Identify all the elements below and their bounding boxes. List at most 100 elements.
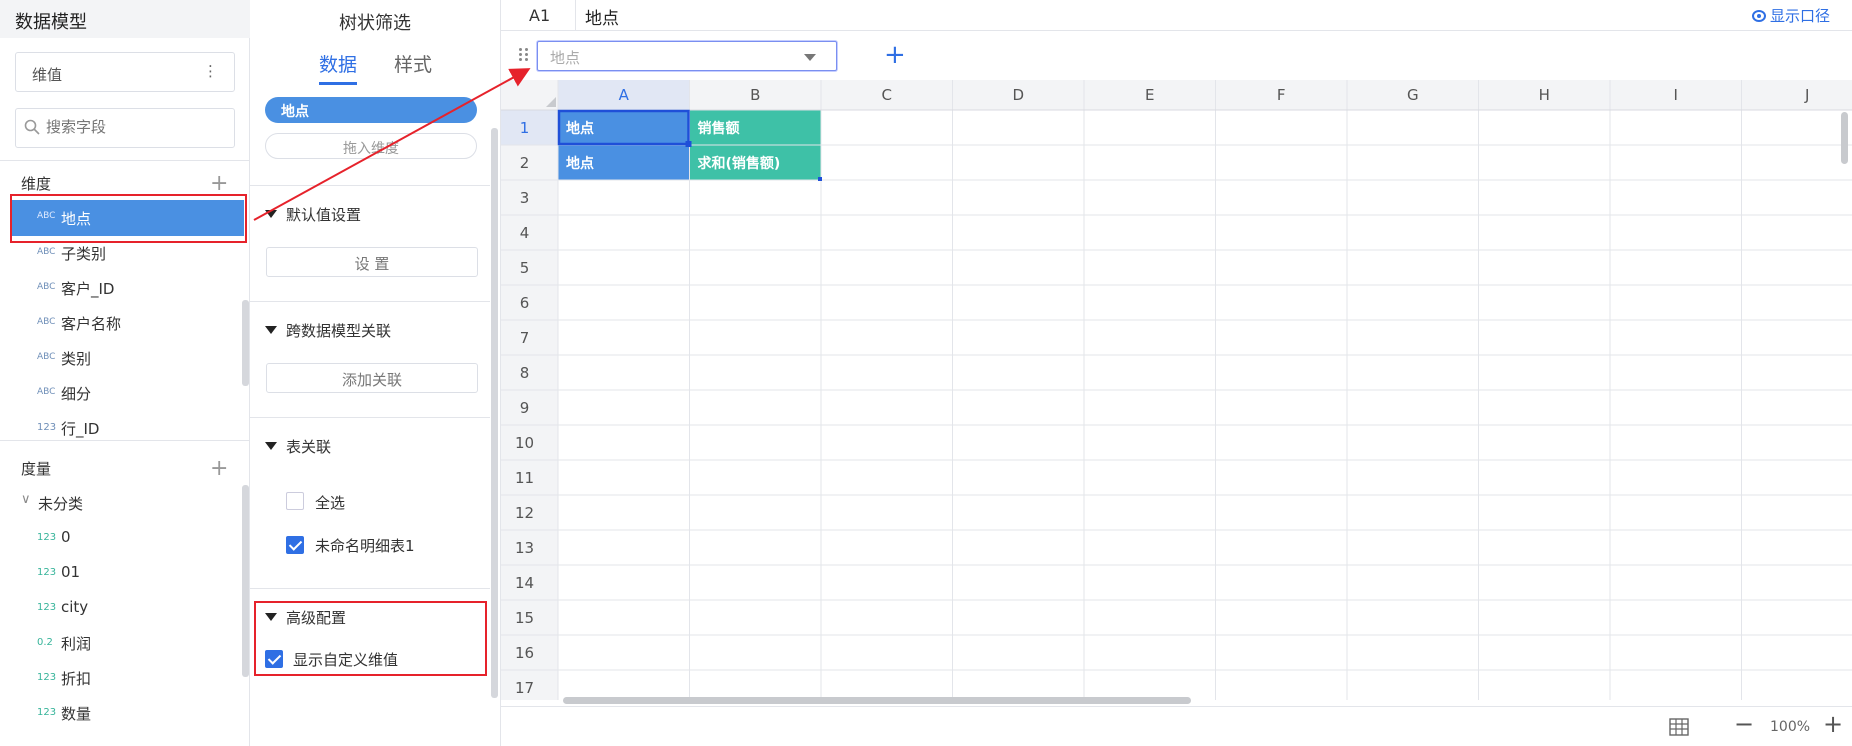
- column-header[interactable]: F: [1277, 86, 1286, 104]
- tree-filter-panel: 树状筛选 数据 样式 地点 拖入维度 默认值设置 设 置 跨数据模型关联 添加关…: [250, 0, 501, 746]
- add-measure-icon[interactable]: +: [210, 458, 228, 480]
- measure-item[interactable]: 123 city: [0, 591, 245, 625]
- text-type-icon: ABC: [37, 247, 56, 257]
- drop-dimension-zone[interactable]: 拖入维度: [265, 133, 477, 159]
- add-relation-button[interactable]: 添加关联: [266, 363, 478, 393]
- column-header[interactable]: J: [1804, 86, 1809, 104]
- divider: [0, 440, 250, 441]
- set-default-button[interactable]: 设 置: [266, 247, 478, 277]
- zoom-level: 100%: [1770, 719, 1811, 735]
- zoom-in-button[interactable]: +: [1823, 710, 1843, 738]
- divider: [250, 185, 490, 186]
- measure-group[interactable]: ∨ 未分类: [0, 486, 245, 520]
- measure-item[interactable]: 0.2 利润: [0, 626, 245, 660]
- column-header[interactable]: D: [1012, 86, 1024, 104]
- row-header[interactable]: 1: [520, 119, 530, 137]
- measure-item[interactable]: 123 01: [0, 556, 245, 590]
- spreadsheet-grid[interactable]: A B C D E F G H I J1234567891011121314151617地点 销售额…: [501, 80, 1852, 700]
- measure-item[interactable]: 123 数量: [0, 696, 245, 730]
- row-header[interactable]: 14: [515, 574, 534, 592]
- triangle-down-icon: [265, 326, 277, 334]
- dimension-item[interactable]: ABC 细分: [0, 376, 245, 410]
- dimension-label: 客户_ID: [61, 280, 115, 298]
- column-header[interactable]: C: [882, 86, 892, 104]
- column-header[interactable]: B: [750, 86, 760, 104]
- row-header[interactable]: 7: [520, 329, 530, 347]
- measure-item[interactable]: 123 折扣: [0, 661, 245, 695]
- add-filter-button[interactable]: +: [884, 40, 906, 70]
- row-header[interactable]: 15: [515, 609, 534, 627]
- table-relation-section[interactable]: 表关联: [265, 436, 331, 457]
- status-bar: − 100% +: [501, 706, 1852, 746]
- dimension-pill-location[interactable]: 地点: [265, 97, 477, 123]
- row-header[interactable]: 9: [520, 399, 530, 417]
- drag-handle-icon[interactable]: [519, 48, 529, 62]
- highlight-box: [254, 601, 487, 676]
- column-header[interactable]: E: [1145, 86, 1154, 104]
- column-header[interactable]: G: [1407, 86, 1419, 104]
- range-handle[interactable]: [818, 177, 822, 181]
- measure-scrollbar[interactable]: [242, 485, 249, 677]
- cell-text: 销售额: [698, 120, 740, 137]
- add-dimension-icon[interactable]: +: [210, 173, 228, 195]
- show-caliber-button[interactable]: 显示口径: [1751, 5, 1830, 26]
- measure-label: city: [61, 598, 89, 616]
- more-icon[interactable]: ⋮: [203, 62, 218, 80]
- row-header[interactable]: 3: [520, 189, 530, 207]
- divider: [250, 588, 490, 589]
- row-header[interactable]: 6: [520, 294, 530, 312]
- measure-label: 0: [61, 528, 71, 546]
- dimension-item[interactable]: ABC 客户_ID: [0, 271, 245, 305]
- row-header[interactable]: 4: [520, 224, 530, 242]
- row-header[interactable]: 13: [515, 539, 534, 557]
- row-header[interactable]: 5: [520, 259, 530, 277]
- tree-filter-combo[interactable]: 地点: [537, 41, 837, 71]
- triangle-down-icon: [265, 210, 277, 218]
- search-icon: [24, 119, 40, 135]
- highlight-box: [10, 194, 247, 243]
- dimension-value-select[interactable]: 维值 ⋮: [15, 52, 235, 92]
- dimension-scrollbar[interactable]: [242, 300, 249, 386]
- dimension-item[interactable]: ABC 类别: [0, 341, 245, 375]
- search-input[interactable]: [46, 118, 226, 136]
- dimension-label: 细分: [61, 385, 92, 403]
- tree-filter-title: 树状筛选: [339, 13, 411, 34]
- table-view-icon[interactable]: [1669, 718, 1689, 736]
- dimension-header: 维度: [21, 175, 52, 193]
- fill-handle[interactable]: [685, 141, 692, 147]
- field-search[interactable]: [15, 108, 235, 148]
- row-header[interactable]: 12: [515, 504, 534, 522]
- column-header[interactable]: H: [1539, 86, 1550, 104]
- column-header[interactable]: A: [619, 86, 630, 104]
- row-header[interactable]: 10: [515, 434, 534, 452]
- text-type-icon: ABC: [37, 317, 56, 327]
- panel-scrollbar[interactable]: [491, 128, 498, 698]
- measure-item[interactable]: 123 0: [0, 521, 245, 555]
- tab-style[interactable]: 样式: [394, 50, 432, 77]
- row-header[interactable]: 8: [520, 364, 530, 382]
- select-all-checkbox[interactable]: [286, 492, 304, 510]
- vertical-scrollbar[interactable]: [1841, 112, 1848, 164]
- cell-name-box[interactable]: A1: [501, 0, 576, 30]
- formula-bar[interactable]: 地点: [585, 4, 619, 29]
- tab-data[interactable]: 数据: [319, 50, 357, 77]
- text-type-icon: ABC: [37, 352, 56, 362]
- triangle-down-icon: [265, 442, 277, 450]
- zoom-out-button[interactable]: −: [1734, 710, 1754, 738]
- measure-label: 数量: [61, 705, 92, 723]
- divider: [0, 160, 250, 161]
- spreadsheet-area: A1 地点 显示口径 地点 + A B C D E F G H I J 1 2 3 4 5 6 7 8 9 10 11 1…: [501, 0, 1852, 746]
- table-checkbox[interactable]: [286, 536, 304, 554]
- column-header[interactable]: I: [1674, 86, 1678, 104]
- cell-text: 求和(销售额): [698, 155, 781, 172]
- decimal-type-icon: 0.2: [37, 637, 53, 648]
- dimension-item[interactable]: ABC 客户名称: [0, 306, 245, 340]
- default-value-section[interactable]: 默认值设置: [265, 204, 361, 225]
- row-header[interactable]: 11: [515, 469, 534, 487]
- row-header[interactable]: 17: [515, 679, 534, 697]
- horizontal-scrollbar[interactable]: [563, 697, 1191, 704]
- row-header[interactable]: 2: [520, 154, 530, 172]
- select-all-label: 全选: [315, 494, 346, 512]
- row-header[interactable]: 16: [515, 644, 534, 662]
- cross-model-section[interactable]: 跨数据模型关联: [265, 320, 391, 341]
